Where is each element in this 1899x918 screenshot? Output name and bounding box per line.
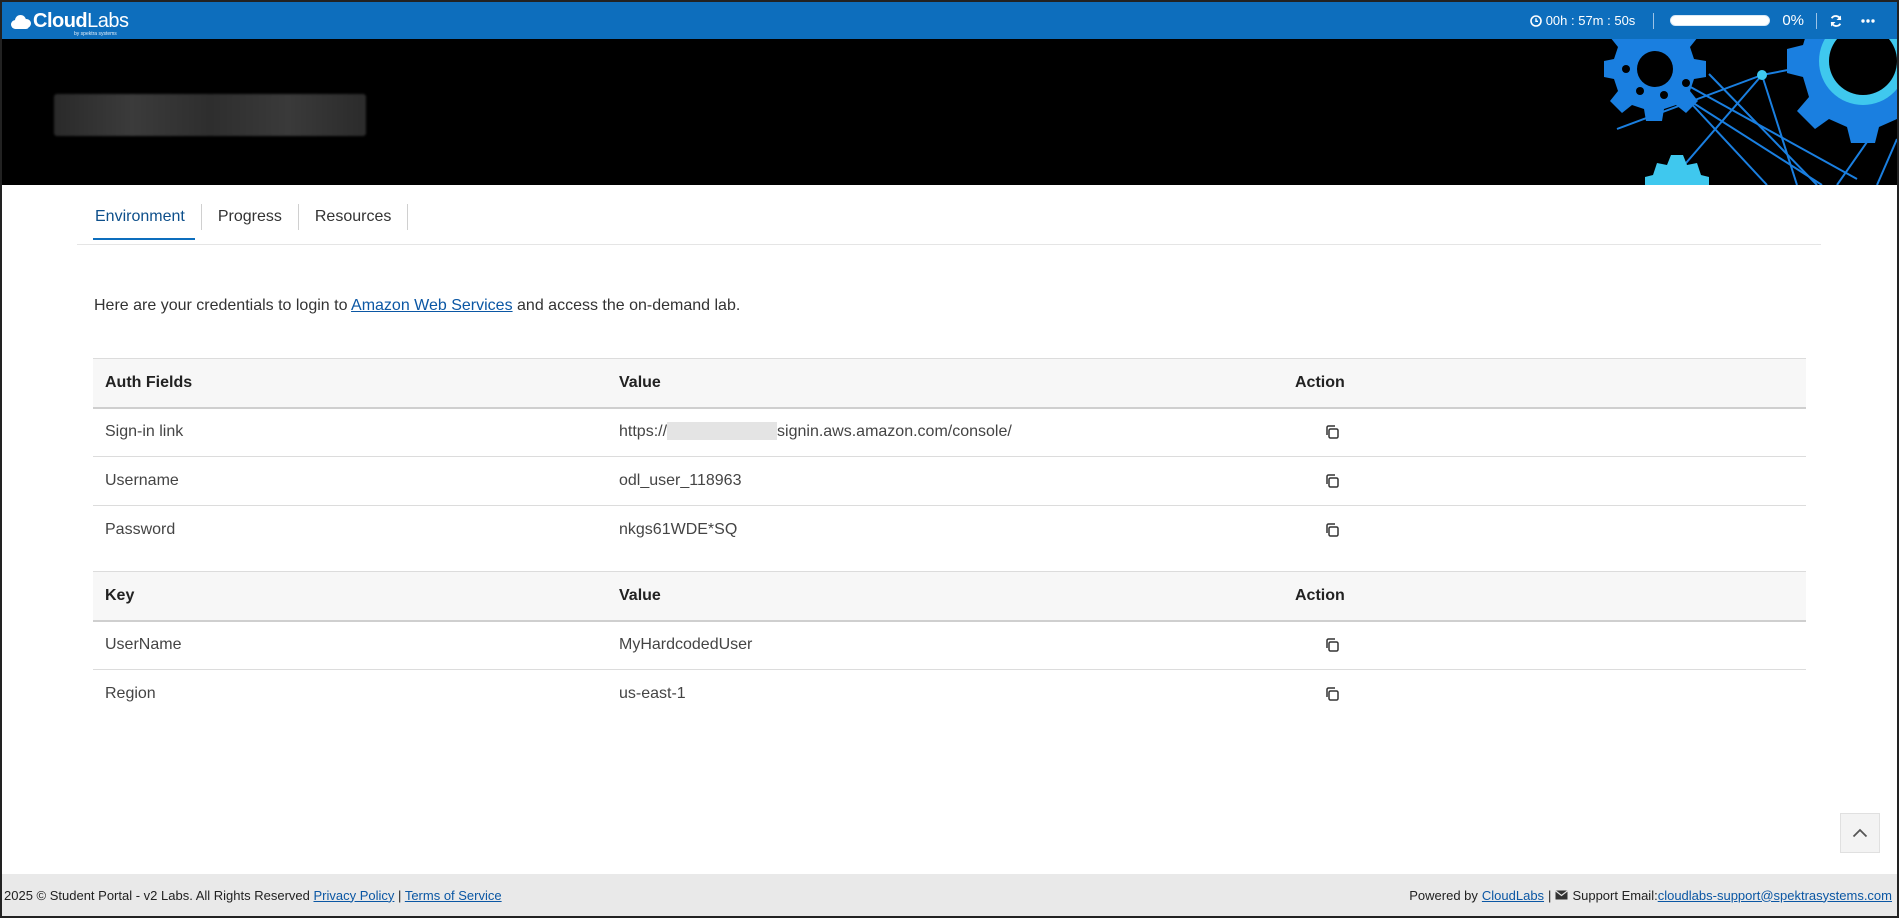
column-header-action: Action — [1283, 571, 1806, 622]
footer-divider: | — [1548, 887, 1552, 903]
field-name: Password — [105, 521, 176, 539]
top-right-controls: 00h : 57m : 50s 0% — [1529, 2, 1897, 39]
tab-divider — [407, 204, 409, 230]
envelope-icon — [1555, 890, 1569, 900]
cloudlabs-logo: CloudLabs by spektra systems — [10, 8, 129, 37]
tab-label: Progress — [217, 208, 282, 225]
tab-bar: Environment Progress Resources — [77, 197, 1821, 245]
table-row: Username odl_user_118963 — [93, 456, 1806, 506]
intro-text-after: and access the on-demand lab. — [512, 297, 741, 314]
footer-right: Powered by CloudLabs | Support Email: clo… — [1409, 888, 1892, 903]
top-bar: CloudLabs by spektra systems 00h : 57m :… — [2, 2, 1897, 39]
lab-timer: 00h : 57m : 50s — [1529, 13, 1636, 28]
chevron-up-icon — [1852, 828, 1868, 838]
copy-icon — [1326, 523, 1339, 537]
intro-text-before: Here are your credentials to login to — [94, 297, 352, 314]
field-value: https:// signin.aws.amazon.com/console/ — [607, 407, 1283, 457]
logo-text-bold: Cloud — [33, 10, 88, 32]
key-name: Region — [105, 685, 156, 703]
redacted-account-id — [667, 421, 778, 440]
column-header-value: Value — [607, 358, 1283, 409]
table-row: Region us-east-1 — [93, 670, 1806, 719]
gears-illustration — [1604, 39, 1897, 185]
privacy-policy-link[interactable]: Privacy Policy — [313, 888, 394, 903]
url-suffix: signin.aws.amazon.com/console/ — [777, 423, 1012, 441]
field-value: odl_user_118963 — [607, 456, 1283, 506]
progress-percent: 0% — [1782, 12, 1804, 29]
table-row: Sign-in link https:// signin.aws.amazon.c… — [93, 407, 1806, 457]
divider — [1816, 12, 1817, 29]
action-cell — [1283, 456, 1806, 506]
table-header-row: Auth Fields Value Action — [93, 358, 1806, 409]
field-name: Sign-in link — [93, 407, 607, 457]
copy-button[interactable] — [1319, 468, 1345, 494]
timer-text: 00h : 57m : 50s — [1545, 13, 1636, 28]
table-row: UserName MyHardcodedUser — [93, 620, 1806, 670]
auth-fields-table: Auth Fields Value Action Sign-in link ht… — [93, 358, 1806, 555]
footer: 2025 © Student Portal - v2 Labs. All Rig… — [2, 874, 1897, 916]
table-row: Password nkgs61WDE*SQ — [93, 506, 1806, 555]
powered-by-text: Powered by — [1409, 887, 1478, 903]
action-cell — [1283, 506, 1806, 555]
tab-environment[interactable]: Environment — [77, 197, 201, 240]
copy-icon — [1326, 638, 1339, 652]
cloud-icon — [10, 13, 32, 29]
copy-button[interactable] — [1319, 681, 1345, 707]
copy-button[interactable] — [1319, 517, 1345, 543]
aws-link[interactable]: Amazon Web Services — [351, 297, 513, 314]
column-header-value: Value — [607, 571, 1283, 622]
copy-icon — [1326, 687, 1339, 701]
key-value-table: Key Value Action UserName MyHardcodedUse… — [93, 571, 1806, 719]
support-email-link[interactable]: cloudlabs-support@spektrasystems.com — [1658, 888, 1892, 903]
copyright-text: 2025 © Student Portal - v2 Labs. All Rig… — [4, 887, 310, 903]
credentials-intro: Here are your credentials to login to Am… — [94, 297, 740, 315]
footer-divider: | — [398, 887, 402, 903]
cloudlabs-link[interactable]: CloudLabs — [1482, 888, 1544, 903]
logo-text-light: Labs — [87, 10, 129, 32]
lab-banner — [2, 39, 1897, 185]
more-horizontal-icon — [1861, 18, 1875, 23]
column-header-action: Action — [1283, 358, 1806, 409]
copy-icon — [1326, 425, 1339, 439]
copy-button[interactable] — [1319, 632, 1345, 658]
action-cell — [1283, 620, 1806, 670]
clock-icon — [1529, 14, 1542, 27]
support-label: Support Email: — [1572, 887, 1658, 903]
key-value: MyHardcodedUser — [607, 620, 1283, 670]
action-cell — [1283, 670, 1806, 719]
progress-bar — [1670, 15, 1771, 26]
refresh-button[interactable] — [1825, 10, 1847, 32]
action-cell — [1283, 407, 1806, 457]
copy-button[interactable] — [1319, 419, 1345, 445]
tab-label: Environment — [95, 208, 185, 225]
key-value: us-east-1 — [619, 685, 686, 703]
tab-progress[interactable]: Progress — [202, 197, 298, 237]
table-header-row: Key Value Action — [93, 571, 1806, 622]
field-name: Username — [93, 456, 607, 506]
column-header-key: Key — [93, 571, 607, 622]
scroll-to-top-button[interactable] — [1840, 813, 1880, 853]
column-header-auth-fields: Auth Fields — [93, 358, 607, 409]
more-options-button[interactable] — [1857, 10, 1879, 32]
key-name: UserName — [93, 620, 607, 670]
lab-title-redacted — [54, 94, 366, 136]
terms-of-service-link[interactable]: Terms of Service — [405, 888, 502, 903]
tab-label: Resources — [314, 208, 392, 225]
logo-subtext: by spektra systems — [74, 31, 117, 37]
divider — [1653, 12, 1655, 29]
tab-resources[interactable]: Resources — [299, 197, 407, 237]
url-prefix: https:// — [619, 423, 668, 441]
footer-left: 2025 © Student Portal - v2 Labs. All Rig… — [4, 888, 502, 903]
field-value: nkgs61WDE*SQ — [619, 521, 738, 539]
copy-icon — [1326, 474, 1339, 488]
refresh-icon — [1830, 14, 1842, 27]
